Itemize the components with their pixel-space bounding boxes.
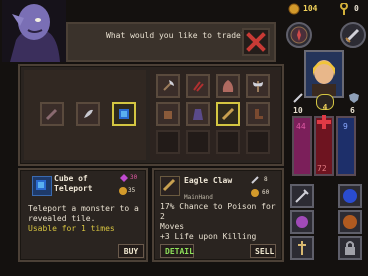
merchant-slot-3-selected[interactable] xyxy=(112,102,136,126)
buy-item-price: 35 xyxy=(128,187,136,194)
dialog-bar: What would you like to trade? xyxy=(66,22,276,62)
hood-icon xyxy=(222,80,234,92)
sell-item-stat-1: 17% Chance to Poison for xyxy=(160,202,276,211)
merchant-inventory xyxy=(24,70,146,160)
buy-item-cost: 30 xyxy=(130,174,138,181)
gold-counter: 104 xyxy=(288,2,328,16)
battleaxe-icon xyxy=(253,81,263,92)
hud-skill-button-2[interactable] xyxy=(338,184,362,208)
health-value: 44 xyxy=(296,122,306,131)
sell-item-panel: Eagle Claw 8 60 MainHand 17% Chance to P… xyxy=(152,168,284,262)
sword-icon xyxy=(345,28,360,43)
life-value: 72 xyxy=(317,164,327,173)
buy-item-name-1: Cube of xyxy=(54,174,88,183)
hero-portrait[interactable] xyxy=(304,50,344,98)
buy-item-name-2: Teleport xyxy=(54,184,93,193)
merchant-slot-1[interactable] xyxy=(40,102,64,126)
hud-skill-button-1[interactable] xyxy=(290,184,314,208)
sell-item-stat-4: +3 Life upon Killing xyxy=(160,232,257,241)
sword-icon xyxy=(251,176,259,184)
attack-icon xyxy=(293,93,303,103)
robe-icon xyxy=(193,109,203,120)
sell-item-attack: 8 xyxy=(264,176,268,183)
player-slot-12[interactable] xyxy=(246,130,270,154)
key-icon xyxy=(340,3,348,15)
merchant-slot-2[interactable] xyxy=(76,102,100,126)
close-icon xyxy=(246,32,266,52)
hud-skill-button-5[interactable] xyxy=(290,236,314,260)
player-slot-3[interactable] xyxy=(216,74,240,98)
buy-item-icon-frame xyxy=(32,176,52,196)
player-slot-7-selected[interactable] xyxy=(216,102,240,126)
boot-icon xyxy=(255,109,263,119)
mana-icon xyxy=(120,174,128,182)
merchant-portrait xyxy=(2,0,66,62)
dialog-prompt: What would you like to trade? xyxy=(106,31,246,40)
sell-item-stat-3: Moves xyxy=(160,222,185,231)
hud-skill-button-3[interactable] xyxy=(290,210,314,234)
eagle-claw-icon xyxy=(162,178,176,192)
axe-icon xyxy=(163,80,174,91)
cube-icon xyxy=(119,109,129,119)
lock-button[interactable] xyxy=(338,236,362,260)
sword-button[interactable] xyxy=(340,22,366,48)
feather-icon xyxy=(84,109,93,118)
attack-value: 10 xyxy=(293,106,303,115)
coin-icon xyxy=(119,187,127,195)
cube-icon xyxy=(36,180,46,190)
defense-icon xyxy=(349,93,359,103)
sell-item-stat-2: 2 xyxy=(160,212,165,221)
key-counter: 0 xyxy=(340,2,366,16)
player-slot-1[interactable] xyxy=(156,74,180,98)
sell-item-icon-frame xyxy=(160,176,180,196)
buy-item-panel: Cube of Teleport 30 35 Teleport a monste… xyxy=(18,168,148,262)
level-badge: 4 xyxy=(316,94,334,112)
sell-item-price: 60 xyxy=(262,189,270,196)
glove-icon xyxy=(164,111,172,119)
mana-value: 9 xyxy=(343,122,348,131)
lock-icon xyxy=(345,241,355,255)
player-slot-9[interactable] xyxy=(156,130,180,154)
defense-value: 6 xyxy=(350,106,355,115)
eagle-claw-icon xyxy=(221,107,235,121)
coin-icon xyxy=(288,3,300,15)
buy-item-desc-1: Teleport a monster to a xyxy=(28,204,139,213)
player-slot-8[interactable] xyxy=(246,102,270,126)
buy-button[interactable]: BUY xyxy=(118,244,144,258)
dagger-icon xyxy=(45,108,58,121)
detail-button[interactable]: DETAIL xyxy=(160,244,194,258)
hud-skill-button-4[interactable] xyxy=(338,210,362,234)
player-slot-6[interactable] xyxy=(186,102,210,126)
compass-button[interactable] xyxy=(286,22,312,48)
dialog-close-button[interactable] xyxy=(242,28,270,56)
player-slot-10[interactable] xyxy=(186,130,210,154)
buy-item-desc-2: revealed tile. xyxy=(28,214,96,223)
sell-item-name: Eagle Claw xyxy=(184,176,233,185)
player-slot-5[interactable] xyxy=(156,102,180,126)
player-inventory xyxy=(150,70,280,160)
sell-button[interactable]: SELL xyxy=(250,244,276,258)
coin-icon xyxy=(251,189,259,197)
claw-icon xyxy=(193,81,204,92)
player-slot-4[interactable] xyxy=(246,74,270,98)
compass-icon xyxy=(290,26,308,44)
buy-item-usage: Usable for 1 times xyxy=(28,224,115,233)
player-slot-2[interactable] xyxy=(186,74,210,98)
trade-panel xyxy=(18,64,284,166)
player-slot-11[interactable] xyxy=(216,130,240,154)
cross-icon xyxy=(317,115,331,129)
